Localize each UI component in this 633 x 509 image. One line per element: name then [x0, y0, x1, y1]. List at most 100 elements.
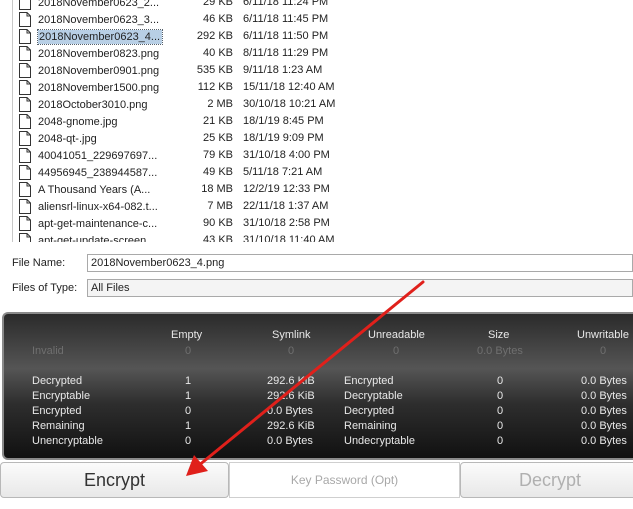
stat-label: Remaining — [32, 420, 85, 432]
header-symlink: Symlink — [272, 329, 311, 341]
file-icon — [19, 233, 31, 242]
file-date: 31/10/18 2:58 PM — [243, 217, 330, 229]
file-date: 30/10/18 10:21 AM — [243, 98, 336, 110]
file-date: 8/11/18 11:29 PM — [243, 47, 329, 59]
file-icon — [19, 46, 31, 61]
file-icon — [19, 148, 31, 163]
stat-label: Unencryptable — [32, 435, 103, 447]
file-name-field[interactable]: 2018November0623_4.png — [87, 254, 633, 272]
file-size: 18 MB — [201, 183, 233, 195]
file-list[interactable]: 2018November0623_2... 29 KB 6/11/18 11:24 … — [12, 0, 633, 242]
file-row[interactable]: 2018November0901.png 535 KB 9/11/18 1:23 A… — [13, 62, 353, 79]
file-date: 22/11/18 1:37 AM — [243, 200, 329, 212]
file-name: 2018November0901.png — [38, 65, 160, 77]
file-name: 2018November0623_2... — [38, 0, 160, 9]
file-size: 7 MB — [207, 200, 233, 212]
decrypt-button[interactable]: Decrypt — [460, 462, 633, 498]
stat-count2: 0 — [497, 375, 504, 387]
file-row[interactable]: 2048-gnome.jpg 21 KB 18/1/19 8:45 PM — [13, 113, 353, 130]
file-icon — [19, 80, 31, 95]
file-row[interactable]: 2018November0623_2... 29 KB 6/11/18 11:24 … — [13, 0, 353, 11]
stat-size2: 0.0 Bytes — [581, 420, 627, 432]
file-row[interactable]: 40041051_229697697... 79 KB 31/10/18 4:00 … — [13, 147, 353, 164]
file-date: 18/1/19 8:45 PM — [243, 115, 324, 127]
file-row[interactable]: 2018November0623_4... 292 KB 6/11/18 11:50… — [13, 28, 353, 45]
stat-label2: Decrypted — [344, 405, 395, 417]
file-name: apt-get-update-screen... — [38, 235, 156, 242]
file-type-label: Files of Type: — [12, 282, 78, 294]
file-icon — [19, 29, 31, 44]
file-icon — [19, 0, 31, 10]
stat-size: 0.0 Bytes — [267, 435, 313, 447]
file-size: 29 KB — [203, 0, 233, 8]
stat-count: 1 — [185, 420, 192, 432]
stat-size: 292.6 KiB — [267, 420, 315, 432]
file-size: 2 MB — [207, 98, 233, 110]
file-icon — [19, 114, 31, 129]
file-name: 2018November0823.png — [38, 48, 160, 60]
file-icon — [19, 131, 31, 146]
stat-size2: 0.0 Bytes — [581, 375, 627, 387]
file-size: 21 KB — [203, 115, 233, 127]
stat-label: Decrypted — [32, 375, 83, 387]
file-type-select[interactable]: All Files — [87, 279, 633, 297]
stat-count2: 0 — [497, 390, 504, 402]
file-icon — [19, 12, 31, 27]
key-password-input[interactable]: Key Password (Opt) — [229, 462, 460, 498]
file-name: 44956945_238944587... — [38, 167, 158, 179]
stat-label2: Remaining — [344, 420, 397, 432]
stat-size: 292.6 KiB — [267, 390, 315, 402]
file-name: 2048-qt-.jpg — [38, 133, 97, 145]
stat-label2: Encrypted — [344, 375, 394, 387]
file-row[interactable]: A Thousand Years (A... 18 MB 12/2/19 12:33… — [13, 181, 353, 198]
file-row[interactable]: 44956945_238944587... 49 KB 5/11/18 7:21 A… — [13, 164, 353, 181]
file-name: 2018November0623_3... — [38, 14, 160, 26]
file-size: 40 KB — [203, 47, 233, 59]
file-row[interactable]: 2018November1500.png 112 KB 15/11/18 12:40… — [13, 79, 353, 96]
stat-label2: Undecryptable — [344, 435, 415, 447]
file-size: 46 KB — [203, 13, 233, 25]
file-size: 112 KB — [197, 81, 233, 93]
file-row[interactable]: aliensrl-linux-x64-082.t... 7 MB 22/11/18 … — [13, 198, 353, 215]
file-date: 12/2/19 12:33 PM — [243, 183, 330, 195]
stat-size2: 0.0 Bytes — [581, 435, 627, 447]
file-row[interactable]: 2018October3010.png 2 MB 30/10/18 10:21 AM — [13, 96, 353, 113]
stat-label: Encrypted — [32, 405, 82, 417]
header-unwritable: Unwritable — [577, 329, 629, 341]
file-date: 6/11/18 11:45 PM — [243, 13, 329, 25]
invalid-empty: 0 — [185, 345, 192, 357]
file-date: 31/10/18 4:00 PM — [243, 149, 330, 161]
file-name: A Thousand Years (A... — [38, 184, 151, 196]
stat-label: Encryptable — [32, 390, 91, 402]
file-row[interactable]: 2048-qt-.jpg 25 KB 18/1/19 9:09 PM — [13, 130, 353, 147]
file-date: 6/11/18 11:24 PM — [243, 0, 329, 8]
stat-size2: 0.0 Bytes — [581, 390, 627, 402]
stat-count: 0 — [185, 405, 192, 417]
file-size: 79 KB — [203, 149, 233, 161]
stat-count: 1 — [185, 390, 192, 402]
file-row[interactable]: apt-get-update-screen... 43 KB 31/10/18 11… — [13, 232, 353, 242]
file-name: 40041051_229697697... — [38, 150, 158, 162]
stat-size2: 0.0 Bytes — [581, 405, 627, 417]
file-name: 2048-gnome.jpg — [38, 116, 118, 128]
stat-count2: 0 — [497, 420, 504, 432]
file-name: 2018October3010.png — [38, 99, 148, 111]
encrypt-button[interactable]: Encrypt — [0, 462, 229, 498]
invalid-size: 0.0 Bytes — [477, 345, 523, 357]
file-name: aliensrl-linux-x64-082.t... — [38, 201, 158, 213]
invalid-symlink: 0 — [288, 345, 295, 357]
header-empty: Empty — [171, 329, 203, 341]
stat-size: 292.6 KiB — [267, 375, 315, 387]
file-size: 25 KB — [203, 132, 233, 144]
stat-label2: Decryptable — [344, 390, 403, 402]
file-row[interactable]: 2018November0823.png 40 KB 8/11/18 11:29 P… — [13, 45, 353, 62]
file-date: 18/1/19 9:09 PM — [243, 132, 324, 144]
invalid-label: Invalid — [32, 345, 64, 357]
file-name: 2018November0623_4... — [37, 29, 163, 45]
file-row[interactable]: 2018November0623_3... 46 KB 6/11/18 11:45 … — [13, 11, 353, 28]
stats-panel: Empty Symlink Unreadable Size Unwritable… — [2, 312, 633, 460]
invalid-unwritable: 0 — [600, 345, 607, 357]
file-row[interactable]: apt-get-maintenance-c... 90 KB 31/10/18 2:… — [13, 215, 353, 232]
file-size: 43 KB — [203, 234, 233, 242]
file-icon — [19, 63, 31, 78]
